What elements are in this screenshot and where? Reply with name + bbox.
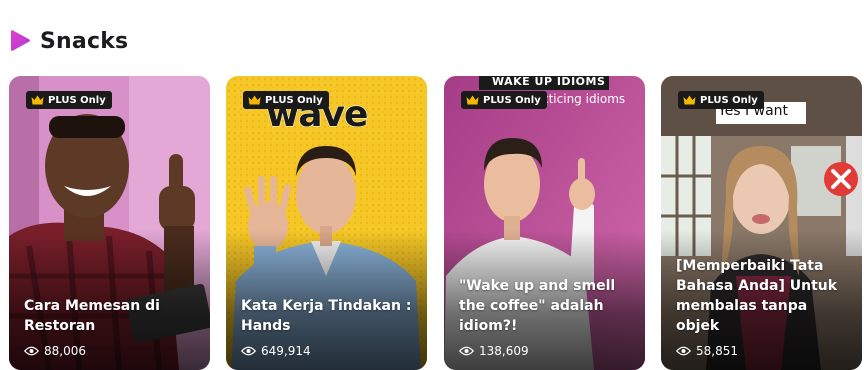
snack-card[interactable]: WAKE UP IDIOMS cticing idioms PLUS Only …	[444, 76, 645, 370]
view-count: 88,006	[24, 344, 86, 358]
eye-icon	[24, 346, 39, 356]
snacks-list: PLUS Only Cara Memesan di Restoran 88,00…	[9, 76, 864, 370]
view-count: 58,851	[676, 344, 738, 358]
badge-label: PLUS Only	[700, 94, 758, 106]
crown-icon	[248, 95, 261, 105]
snack-card[interactable]: wave PLUS Only Kata Kerja Tindakan : Han…	[226, 76, 427, 370]
snack-card[interactable]: Yes I want PLUS Only [Memperbaiki Tata B…	[661, 76, 862, 370]
plus-only-badge: PLUS Only	[243, 91, 329, 109]
badge-label: PLUS Only	[265, 94, 323, 106]
plus-only-badge: PLUS Only	[26, 91, 112, 109]
crown-icon	[683, 95, 696, 105]
thumbnail-banner-text: WAKE UP IDIOMS	[492, 76, 606, 88]
card-title: Cara Memesan di Restoran	[24, 298, 160, 334]
view-count: 138,609	[459, 344, 529, 358]
plus-only-badge: PLUS Only	[678, 91, 764, 109]
section-title: Snacks	[40, 28, 129, 54]
card-title: [Memperbaiki Tata Bahasa Anda] Untuk mem…	[676, 258, 838, 334]
view-count-value: 138,609	[479, 344, 529, 358]
snacks-section: Snacks PLUS Only Cara Memesan di Restora…	[0, 0, 864, 370]
card-title: Kata Kerja Tindakan : Hands	[241, 298, 412, 334]
card-title: "Wake up and smell the coffee" adalah id…	[459, 278, 616, 334]
thumbnail-subtitle-text: cticing idioms	[542, 92, 626, 106]
view-count-value: 58,851	[696, 344, 738, 358]
eye-icon	[676, 346, 691, 356]
view-count-value: 88,006	[44, 344, 86, 358]
crown-icon	[466, 95, 479, 105]
plus-only-badge: PLUS Only	[461, 91, 547, 109]
eye-icon	[241, 346, 256, 356]
badge-label: PLUS Only	[48, 94, 106, 106]
snack-card[interactable]: PLUS Only Cara Memesan di Restoran 88,00…	[9, 76, 210, 370]
view-count-value: 649,914	[261, 344, 311, 358]
play-triangle-icon	[11, 30, 30, 51]
badge-label: PLUS Only	[483, 94, 541, 106]
crown-icon	[31, 95, 44, 105]
section-header: Snacks	[8, 26, 128, 56]
eye-icon	[459, 346, 474, 356]
view-count: 649,914	[241, 344, 311, 358]
